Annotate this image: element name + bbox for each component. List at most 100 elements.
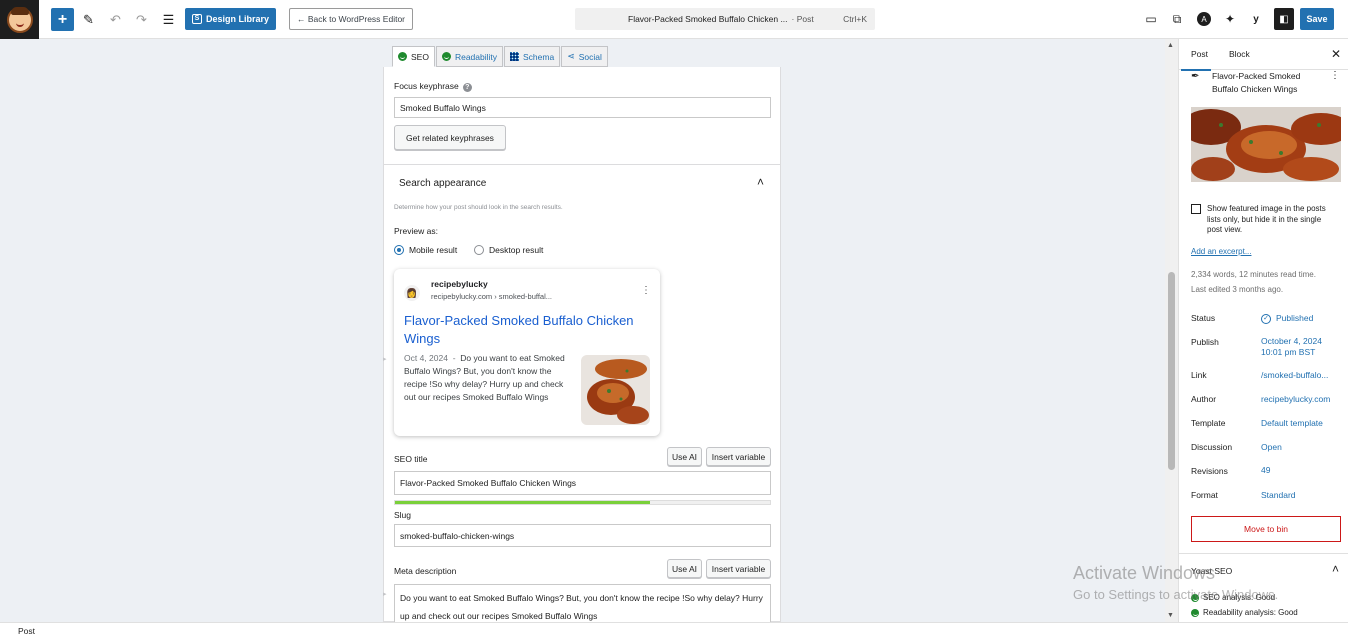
collapse-arrow-icon: ▸ (383, 356, 387, 363)
search-appearance-heading[interactable]: Search appearance (399, 178, 486, 189)
featured-image[interactable] (1191, 107, 1341, 182)
design-library-icon: S (191, 14, 202, 24)
site-logo[interactable] (0, 0, 39, 39)
mobile-result-option[interactable]: Mobile result (394, 245, 457, 255)
insert-variable-button[interactable]: Insert variable (706, 559, 771, 578)
desktop-result-option[interactable]: Desktop result (474, 245, 543, 255)
revisions-label: Revisions (1191, 466, 1228, 476)
astra-icon[interactable]: A (1195, 8, 1213, 30)
seo-title-label: SEO title (394, 454, 428, 464)
tab-post[interactable]: Post (1180, 49, 1212, 71)
preview-as-label: Preview as: (394, 226, 438, 236)
tab-readability[interactable]: Readability (435, 46, 504, 67)
publish-label: Publish (1191, 337, 1219, 347)
document-type: · Post (791, 14, 814, 24)
post-title: Flavor-Packed Smoked Buffalo Chicken Win… (1212, 71, 1301, 94)
pencil-icon[interactable]: ✎ (77, 8, 100, 31)
preview-url: recipebylucky.com › smoked-buffal... (431, 292, 553, 301)
tab-social[interactable]: ⋖ Social (561, 46, 608, 67)
smile-icon (1191, 593, 1199, 602)
yoast-icon[interactable]: y (1247, 8, 1265, 30)
desktop-result-radio[interactable] (474, 245, 484, 255)
check-circle-icon: ✓ (1261, 313, 1271, 324)
block-breadcrumb[interactable]: Post (0, 622, 1348, 639)
canvas-scrollbar[interactable]: ▲ ▼ (1165, 39, 1178, 622)
seo-title-progress (394, 500, 771, 505)
insert-variable-button[interactable]: Insert variable (706, 447, 771, 466)
scroll-down-icon[interactable]: ▼ (1167, 612, 1174, 619)
share-icon: ⋖ (567, 51, 575, 61)
link-value[interactable]: /smoked-buffalo... (1261, 370, 1328, 381)
add-excerpt-link[interactable]: Add an excerpt... (1191, 247, 1251, 256)
link-label: Link (1191, 370, 1207, 380)
template-value[interactable]: Default template (1261, 418, 1323, 429)
chevron-up-icon[interactable]: ˄ (1332, 562, 1339, 576)
smile-icon (441, 52, 451, 61)
seo-title-progress-fill (395, 501, 650, 504)
undo-icon[interactable]: ↶ (104, 8, 127, 31)
editor-toolbar: + ✎ ↶ ↷ ☰ S Design Library ← Back to Word… (0, 0, 1348, 39)
author-label: Author (1191, 394, 1217, 404)
smile-icon (398, 52, 407, 61)
yoast-seo-heading[interactable]: Yoast SEO (1191, 566, 1232, 576)
back-to-editor-button[interactable]: ← Back to WordPress Editor (289, 8, 413, 30)
preview-date: Oct 4, 2024 (404, 353, 448, 363)
preview-thumbnail (581, 355, 650, 425)
close-icon[interactable]: ✕ (1331, 47, 1341, 61)
author-value[interactable]: recipebylucky.com (1261, 394, 1330, 405)
use-ai-button[interactable]: Use AI (667, 447, 702, 466)
grid-icon (510, 52, 520, 61)
search-result-preview: 👩 recipebylucky recipebylucky.com › smok… (394, 269, 660, 436)
scrollbar-thumb[interactable] (1168, 272, 1175, 470)
yoast-tabs: SEO Readability Schema ⋖ Social (392, 46, 609, 67)
redo-icon[interactable]: ↷ (130, 8, 153, 31)
more-options-icon[interactable]: ⋮ (1330, 70, 1340, 81)
help-icon[interactable]: ? (462, 83, 472, 92)
meta-description-label: Meta description (394, 566, 457, 576)
slug-input[interactable]: smoked-buffalo-chicken-wings (394, 524, 771, 547)
status-value[interactable]: ✓ Published (1261, 313, 1313, 324)
mobile-result-radio[interactable] (394, 245, 404, 255)
discussion-value[interactable]: Open (1261, 442, 1282, 453)
add-block-icon[interactable]: + (51, 8, 74, 31)
status-label: Status (1191, 313, 1216, 323)
collapse-arrow-icon: ▸ (383, 591, 387, 598)
settings-sidebar: Post Block ✕ ✒ Flavor-Packed Smoked Buff… (1178, 39, 1348, 622)
chevron-up-icon[interactable]: ˄ (757, 175, 764, 189)
avatar-icon (6, 6, 33, 33)
meta-description-input[interactable]: Do you want to eat Smoked Buffalo Wings?… (394, 584, 771, 622)
command-shortcut: Ctrl+K (843, 14, 867, 24)
external-link-icon[interactable]: ⧉ (1168, 8, 1186, 30)
view-desktop-icon[interactable]: ▭ (1142, 8, 1160, 30)
save-button[interactable]: Save (1300, 8, 1334, 30)
move-to-bin-button[interactable]: Move to bin (1191, 516, 1341, 542)
document-bar[interactable]: Flavor-Packed Smoked Buffalo Chicken ...… (575, 8, 875, 30)
ai-sparkle-icon[interactable]: ✦ (1221, 8, 1239, 30)
scroll-up-icon[interactable]: ▲ (1167, 42, 1174, 49)
hide-featured-label: Show featured image in the posts lists o… (1207, 204, 1326, 234)
template-label: Template (1191, 418, 1226, 428)
search-appearance-help: Determine how your post should look in t… (394, 204, 563, 211)
focus-keyphrase-input[interactable]: Smoked Buffalo Wings (394, 97, 771, 118)
tab-schema[interactable]: Schema (504, 46, 561, 67)
revisions-value[interactable]: 49 (1261, 465, 1270, 476)
hide-featured-checkbox[interactable] (1191, 204, 1201, 214)
design-library-button[interactable]: S Design Library (185, 8, 276, 30)
use-ai-button[interactable]: Use AI (667, 559, 702, 578)
more-options-icon: ⋮ (641, 285, 651, 296)
sidebar-tabs: Post Block ✕ (1179, 39, 1348, 71)
tab-block[interactable]: Block (1229, 49, 1250, 59)
publish-value[interactable]: October 4, 2024 10:01 pm BST (1261, 336, 1322, 358)
focus-keyphrase-label: Focus keyphrase? (394, 81, 472, 92)
seo-title-input[interactable]: Flavor-Packed Smoked Buffalo Chicken Win… (394, 471, 771, 495)
format-label: Format (1191, 490, 1218, 500)
preview-title: Flavor-Packed Smoked Buffalo Chicken Win… (404, 313, 634, 346)
smile-icon (1191, 608, 1199, 617)
list-view-icon[interactable]: ☰ (157, 8, 180, 31)
seo-analysis-status: SEO analysis: Good (1191, 593, 1275, 602)
discussion-label: Discussion (1191, 442, 1233, 452)
get-related-keyphrases-button[interactable]: Get related keyphrases (394, 125, 506, 150)
tab-seo[interactable]: SEO (392, 46, 435, 67)
sidebar-toggle-icon[interactable]: ◧ (1274, 8, 1294, 30)
format-value[interactable]: Standard (1261, 490, 1296, 501)
